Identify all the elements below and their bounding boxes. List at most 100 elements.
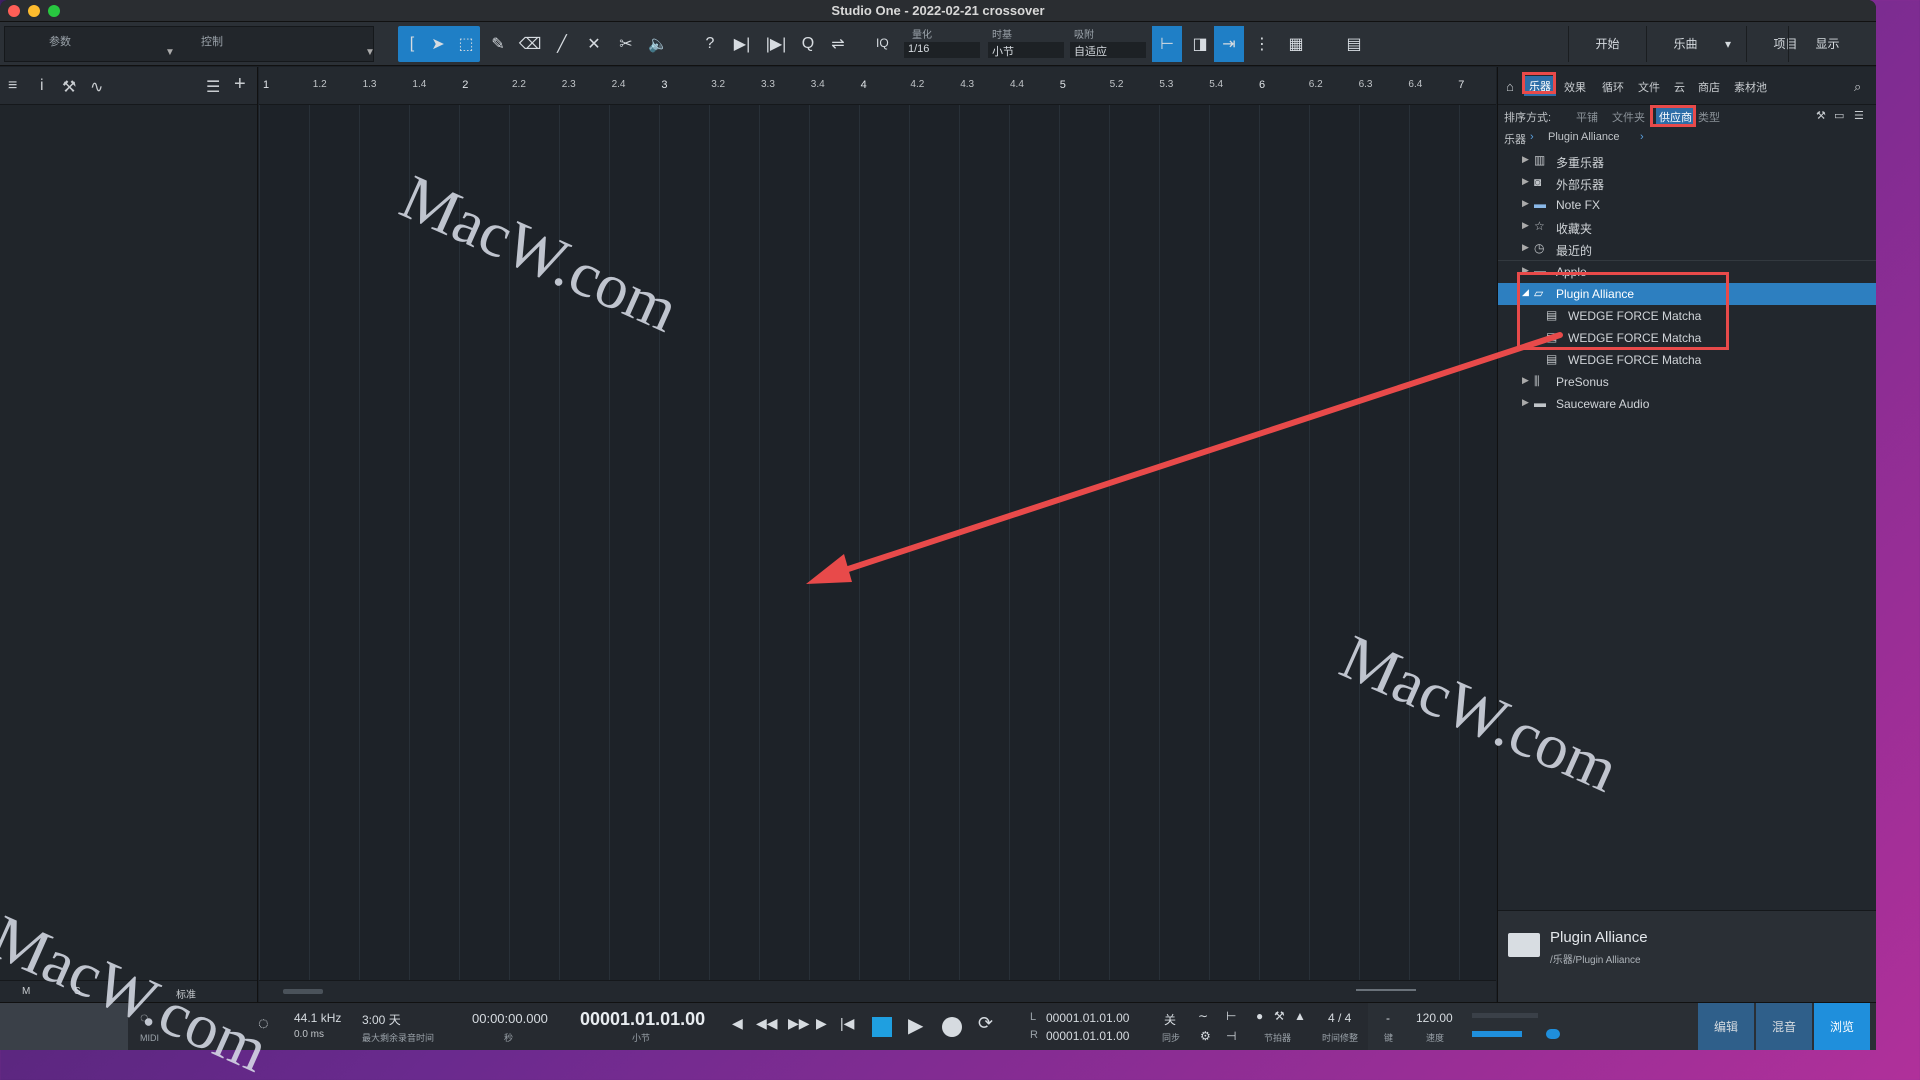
chevron-right-icon[interactable]: ▶ — [1522, 176, 1529, 187]
tree-item-plugin[interactable]: ▤ WEDGE FORCE Matcha — [1498, 349, 1876, 371]
pencil-tool-icon[interactable]: ✎ — [484, 30, 512, 58]
time-signature[interactable]: 4 / 4 — [1328, 1011, 1351, 1025]
info-icon[interactable]: i — [40, 77, 44, 95]
punch-icon[interactable]: ⊣ — [1226, 1029, 1236, 1043]
tree-item-favorites[interactable]: ▶ ☆ 收藏夹 — [1498, 216, 1876, 238]
loop-icon[interactable]: ⟳ — [978, 1013, 993, 1034]
tab-pool[interactable]: 素材池 — [1734, 79, 1767, 95]
iq-label[interactable]: IQ — [876, 36, 889, 50]
chevron-right-icon[interactable]: ▶ — [1522, 154, 1529, 165]
horizontal-scroll-thumb[interactable] — [283, 989, 323, 994]
tree-item-recent[interactable]: ▶ ◷ 最近的 — [1498, 238, 1876, 260]
timebase-select[interactable]: 小节 — [988, 42, 1064, 58]
mute-tool-icon[interactable]: ✕ — [580, 30, 608, 58]
tab-cloud[interactable]: 云 — [1674, 79, 1685, 95]
browse-mode-button[interactable]: 浏览 — [1814, 1003, 1870, 1050]
snap-select[interactable]: 自适应 — [1070, 42, 1146, 58]
follow-icon[interactable]: ▶| — [728, 30, 756, 58]
breadcrumb-vendor[interactable]: Plugin Alliance — [1548, 131, 1620, 143]
volume-bar[interactable] — [1472, 1031, 1522, 1037]
arrow-tool-icon[interactable]: ➤ — [424, 30, 452, 58]
split-marker-icon[interactable]: ⋮ — [1248, 30, 1276, 58]
loop-end[interactable]: 00001.01.01.00 — [1046, 1029, 1129, 1043]
layout-grid-icon[interactable]: ▦ — [1282, 30, 1310, 58]
stop-button[interactable] — [872, 1017, 892, 1037]
metronome-dot-icon[interactable]: ● — [1256, 1009, 1263, 1023]
sort-type[interactable]: 类型 — [1698, 109, 1720, 125]
start-button[interactable]: 开始 — [1568, 26, 1646, 62]
tree-item-external-instrument[interactable]: ▶ ◙ 外部乐器 — [1498, 172, 1876, 194]
next-marker-icon[interactable]: ▶ — [816, 1015, 827, 1032]
prev-marker-icon[interactable]: ◀ — [732, 1015, 743, 1032]
tree-item-note-fx[interactable]: ▶ ▬ Note FX — [1498, 194, 1876, 216]
tree-item-presonus[interactable]: ▶ ⫼ PreSonus — [1498, 371, 1876, 393]
sync-curve-icon[interactable]: ∼ — [1198, 1009, 1208, 1023]
sort-folder[interactable]: 文件夹 — [1612, 109, 1645, 125]
help-icon[interactable]: ? — [696, 30, 724, 58]
split-tool-icon[interactable]: ✂ — [612, 30, 640, 58]
params-control-box[interactable]: 参数 控制 ▼ ▼ — [4, 26, 375, 62]
automation-icon[interactable]: ∿ — [90, 77, 103, 97]
range-tool-icon[interactable]: ⬚ — [452, 30, 480, 58]
list-icon[interactable]: ☰ — [206, 77, 220, 97]
tree-item-multi-instrument[interactable]: ▶ ▥ 多重乐器 — [1498, 150, 1876, 172]
metronome-icon[interactable]: ▲ — [1294, 1009, 1306, 1023]
eraser-tool-icon[interactable]: ⌫ — [516, 30, 544, 58]
record-button[interactable] — [942, 1017, 962, 1037]
chevron-down-icon[interactable]: ▾ — [1708, 26, 1748, 62]
menu-icon[interactable]: ≡ — [8, 77, 17, 95]
seconds-display[interactable]: 00:00:00.000 — [472, 1011, 548, 1026]
add-track-icon[interactable]: + — [234, 73, 246, 96]
quantize-select[interactable]: 1/16 — [904, 42, 980, 58]
sync-off[interactable]: 关 — [1164, 1011, 1176, 1028]
sort-flat[interactable]: 平铺 — [1576, 109, 1598, 125]
wrench-icon[interactable]: ⚒ — [62, 77, 76, 97]
tab-files[interactable]: 文件 — [1638, 79, 1660, 95]
bars-display[interactable]: 00001.01.01.00 — [580, 1009, 705, 1030]
tab-effects[interactable]: 效果 — [1564, 79, 1586, 95]
zoom-slider[interactable] — [1356, 989, 1416, 991]
video-icon[interactable]: ▤ — [1340, 30, 1368, 58]
timeline-scrollbar[interactable] — [259, 980, 1496, 1002]
chevron-right-icon[interactable]: ▶ — [1522, 242, 1529, 253]
search-icon[interactable]: ⌕ — [1854, 79, 1861, 95]
tab-loops[interactable]: 循环 — [1602, 79, 1624, 95]
paint-tool-icon[interactable]: ╱ — [548, 30, 576, 58]
wrench-icon[interactable]: ⚒ — [1274, 1009, 1285, 1023]
edit-mode-button[interactable]: 编辑 — [1698, 1003, 1754, 1050]
snap-events-icon[interactable]: ◨ — [1186, 30, 1214, 58]
marker-icon[interactable]: ⊢ — [1226, 1009, 1236, 1023]
snap-grid-icon[interactable]: ⊢ — [1152, 26, 1182, 62]
tempo-value[interactable]: 120.00 — [1416, 1011, 1453, 1025]
chevron-right-icon[interactable]: ▶ — [1522, 397, 1529, 408]
volume-toggle[interactable] — [1546, 1029, 1560, 1039]
chevron-down-icon[interactable]: ▼ — [365, 47, 375, 58]
chevron-right-icon[interactable]: ▶ — [1522, 375, 1529, 386]
fast-forward-icon[interactable]: ▶▶ — [788, 1015, 810, 1032]
play-button[interactable]: ▶ — [908, 1013, 923, 1038]
snap-cursor-icon[interactable]: ⇥ — [1214, 26, 1244, 62]
wrench-icon[interactable]: ⚒ — [1816, 109, 1826, 122]
key-value[interactable]: - — [1386, 1011, 1390, 1025]
mix-mode-button[interactable]: 混音 — [1756, 1003, 1812, 1050]
bracket-icon[interactable]: [ — [398, 30, 426, 58]
return-zero-icon[interactable]: |◀ — [840, 1015, 854, 1032]
show-button[interactable]: 显示 — [1788, 26, 1866, 62]
zoom-icon[interactable]: Q — [794, 30, 822, 58]
listen-tool-icon[interactable]: 🔈 — [644, 30, 672, 58]
tree-item-sauceware[interactable]: ▶ ▬ Sauceware Audio — [1498, 393, 1876, 415]
chevron-down-icon[interactable]: ▼ — [165, 47, 175, 58]
rewind-icon[interactable]: ◀◀ — [756, 1015, 778, 1032]
list-view-icon[interactable]: ☰ — [1854, 109, 1864, 122]
cursor-follow-icon[interactable]: ⇌ — [824, 30, 852, 58]
loop-start[interactable]: 00001.01.01.00 — [1046, 1011, 1129, 1025]
breadcrumb-root[interactable]: 乐器 — [1504, 131, 1526, 147]
timeline-ruler[interactable]: 1 1.2 1.3 1.4 2 2.2 2.3 2.4 3 3.2 3.3 3.4 4 4.2 4.3 4.4… — [259, 67, 1496, 105]
chevron-right-icon[interactable]: ▶ — [1522, 220, 1529, 231]
gear-icon[interactable]: ⚙ — [1200, 1029, 1211, 1043]
chevron-right-icon[interactable]: ▶ — [1522, 198, 1529, 209]
home-icon[interactable]: ⌂ — [1506, 79, 1514, 94]
window-icon[interactable]: ▭ — [1834, 109, 1844, 122]
tab-store[interactable]: 商店 — [1698, 79, 1720, 95]
autoscroll-icon[interactable]: |▶| — [762, 30, 790, 58]
